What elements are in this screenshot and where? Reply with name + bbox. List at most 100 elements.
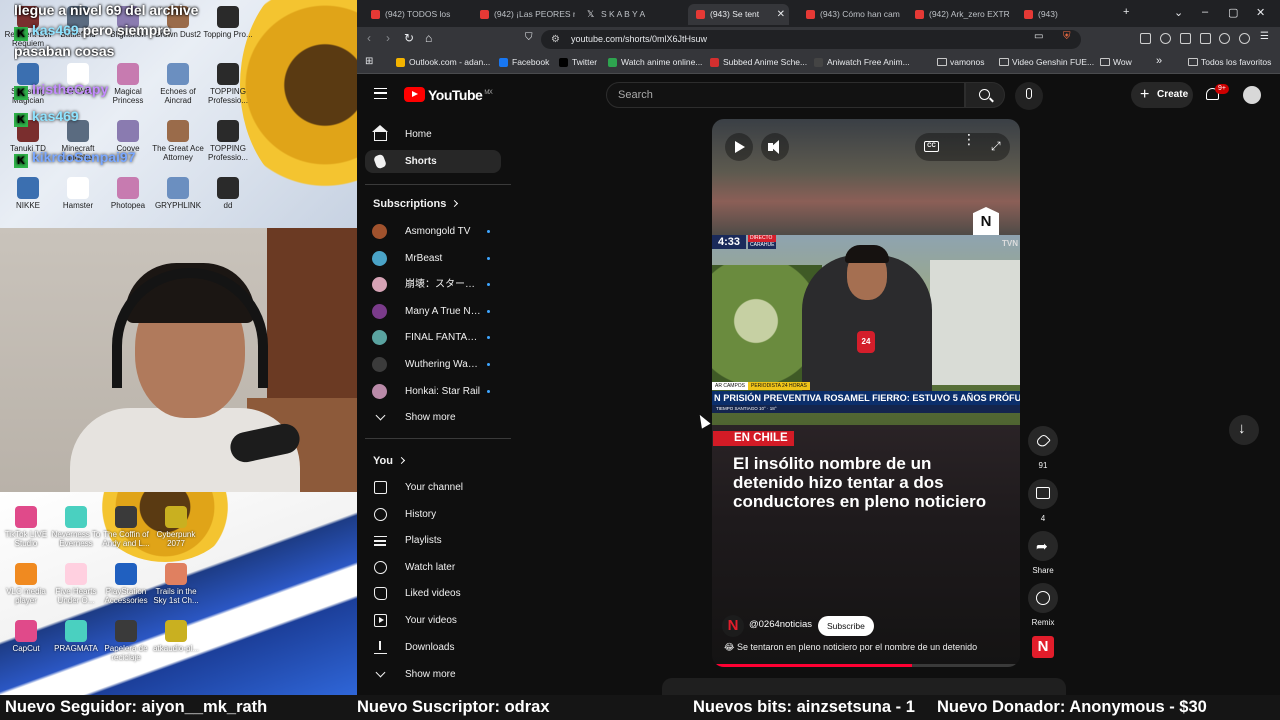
- channel-name[interactable]: @0264noticias: [749, 619, 812, 630]
- minimize-icon[interactable]: –: [1202, 6, 1208, 18]
- short-description[interactable]: 😂 Se tentaron en pleno noticiero por el …: [724, 642, 1014, 653]
- browser-tab[interactable]: (942) Ark_zero EXTR: [907, 4, 1009, 25]
- sidebar-item-watch-later[interactable]: Watch later: [365, 556, 501, 579]
- desktop-shortcut[interactable]: Neverness To Everness: [48, 506, 104, 548]
- close-window-icon[interactable]: ✕: [1256, 6, 1265, 19]
- desktop-shortcut[interactable]: VLC media player: [0, 563, 54, 605]
- sidebar-item-your-videos[interactable]: Your videos: [365, 609, 501, 632]
- desktop-shortcut[interactable]: PRAGMATA: [48, 620, 104, 653]
- sidebar-subscription[interactable]: Asmongold TV: [365, 220, 501, 243]
- like-button[interactable]: 91: [1028, 426, 1058, 470]
- back-icon[interactable]: ‹: [367, 31, 371, 45]
- sparkle-icon[interactable]: [1219, 33, 1230, 44]
- next-short-button[interactable]: [1229, 415, 1259, 445]
- tab-search-icon[interactable]: ⌄: [1174, 6, 1183, 19]
- hamburger-menu-icon[interactable]: [374, 88, 387, 99]
- desktop-shortcut[interactable]: Five Hearts Under O...: [48, 563, 104, 605]
- bookmark-item[interactable]: vamonos: [937, 57, 985, 67]
- sidebar-subscription[interactable]: Wuthering Waves: [365, 353, 501, 376]
- bookmark-item[interactable]: Twitter: [559, 57, 597, 67]
- desktop-shortcut[interactable]: The Coffin of Andy and L...: [98, 506, 154, 548]
- apps-grid-icon[interactable]: ⊞: [365, 56, 373, 67]
- sidebar-subscription[interactable]: 崩壊：スターレ...: [365, 273, 501, 296]
- browser-tab[interactable]: 𝕏S K A B Y A: [579, 4, 682, 25]
- next-short-preview[interactable]: [662, 678, 1066, 695]
- shorts-player[interactable]: 24 4:33 DIRECTO CARAHUE TVN AR CAMPOS PERI…: [712, 119, 1020, 667]
- search-input[interactable]: Search: [606, 82, 965, 108]
- desktop-shortcut[interactable]: Cyberpunk 2077: [148, 506, 204, 548]
- you-heading[interactable]: You: [373, 455, 406, 467]
- desktop-shortcut[interactable]: atkaudio-pl...: [148, 620, 204, 653]
- url-input[interactable]: ⚙ youtube.com/shorts/0mlX6JtHsuw: [541, 30, 1081, 49]
- bookmark-item[interactable]: Todos los favoritos: [1188, 57, 1271, 67]
- desktop-shortcut[interactable]: dd: [200, 177, 256, 210]
- menu-icon[interactable]: ☰: [1260, 31, 1269, 42]
- volume-button[interactable]: [761, 133, 789, 161]
- show-more-you[interactable]: Show more: [365, 663, 501, 686]
- create-button[interactable]: + Create: [1131, 82, 1193, 108]
- close-tab-icon[interactable]: ✕: [777, 4, 785, 25]
- channel-avatar[interactable]: N: [722, 615, 744, 637]
- desktop-shortcut[interactable]: Photopea: [100, 177, 156, 210]
- bookmark-icon[interactable]: ⛉: [525, 32, 533, 43]
- share-button[interactable]: ➦ Share: [1028, 531, 1058, 575]
- desktop-shortcut[interactable]: NIKKE: [0, 177, 56, 210]
- sound-channel-logo[interactable]: N: [1032, 636, 1054, 658]
- bookmark-item[interactable]: Outlook.com - adan...: [396, 57, 490, 67]
- home-button-icon[interactable]: ⌂: [425, 31, 432, 45]
- more-options-icon[interactable]: ⋮: [962, 132, 976, 146]
- progress-bar[interactable]: [712, 664, 1020, 667]
- bookmark-item[interactable]: Facebook: [499, 57, 549, 67]
- sidebar-subscription[interactable]: MrBeast: [365, 247, 501, 270]
- sidebar-item-shorts[interactable]: Shorts: [365, 150, 501, 173]
- new-tab-button[interactable]: +: [1123, 6, 1129, 18]
- captions-icon[interactable]: CC: [924, 141, 939, 152]
- fullscreen-icon[interactable]: ⤢: [991, 139, 1001, 154]
- more-bookmarks-icon[interactable]: »: [1156, 55, 1162, 67]
- reload-icon[interactable]: ↻: [404, 31, 414, 45]
- sidebar-item-channel[interactable]: Your channel: [365, 476, 501, 499]
- puzzle-icon[interactable]: [1160, 33, 1171, 44]
- browser-tab[interactable]: (943) Cómo han cam: [798, 4, 900, 25]
- desktop-shortcut[interactable]: TikTok LIVE Studio: [0, 506, 54, 548]
- desktop-shortcut[interactable]: GRYPHLINK: [150, 177, 206, 210]
- subscribe-button[interactable]: Subscribe: [818, 616, 874, 636]
- sidebar-item-playlists[interactable]: Playlists: [365, 529, 501, 552]
- youtube-logo[interactable]: YouTube MX: [404, 87, 493, 103]
- comments-button[interactable]: 4: [1028, 479, 1058, 523]
- play-button[interactable]: [725, 133, 753, 161]
- notifications-button[interactable]: 9+: [1205, 84, 1229, 104]
- sidebar-item-history[interactable]: History: [365, 503, 501, 526]
- desktop-shortcut[interactable]: Papelera de reciclaje: [98, 620, 154, 662]
- show-more-subscriptions[interactable]: Show more: [365, 406, 501, 429]
- forward-icon[interactable]: ›: [386, 31, 390, 45]
- tab-groups-icon[interactable]: [1200, 33, 1211, 44]
- desktop-shortcut[interactable]: PlayStation Accessories: [98, 563, 154, 605]
- brave-shield-icon[interactable]: ⛨: [1063, 31, 1071, 42]
- account-avatar[interactable]: [1243, 86, 1261, 104]
- remix-button[interactable]: Remix: [1028, 583, 1058, 627]
- desktop-shortcut[interactable]: Hamster: [50, 177, 106, 210]
- browser-tab[interactable]: (943) Se tent ✕: [688, 4, 789, 25]
- bookmark-item[interactable]: Wow: [1100, 57, 1132, 67]
- desktop-shortcut[interactable]: CapCut: [0, 620, 54, 653]
- sidebar-subscription[interactable]: Many A True Nerd: [365, 300, 501, 323]
- bookmark-item[interactable]: Video Genshin FUE...: [999, 57, 1094, 67]
- browser-tab[interactable]: (942) ¡Las PEORES re: [472, 4, 575, 25]
- sidebar-item-home[interactable]: Home: [365, 123, 501, 146]
- bookmark-item[interactable]: Watch anime online...: [608, 57, 702, 67]
- sidebar-subscription[interactable]: FINAL FANTASY ...: [365, 326, 501, 349]
- sidebar-item-liked[interactable]: Liked videos: [365, 582, 501, 605]
- browser-tab[interactable]: (942) TODOS los: [363, 4, 466, 25]
- cast-icon[interactable]: ▭: [1034, 31, 1043, 42]
- profile-shield-icon[interactable]: [1239, 33, 1250, 44]
- voice-search-button[interactable]: [1015, 82, 1043, 110]
- bookmark-item[interactable]: Aniwatch Free Anim...: [814, 57, 910, 67]
- browser-tab[interactable]: (943): [1016, 4, 1116, 25]
- maximize-icon[interactable]: ▢: [1228, 6, 1238, 19]
- sidebar-item-downloads[interactable]: Downloads: [365, 636, 501, 659]
- desktop-shortcut[interactable]: Trails in the Sky 1st Ch...: [148, 563, 204, 605]
- extension-icon[interactable]: [1140, 33, 1151, 44]
- bookmark-item[interactable]: Subbed Anime Sche...: [710, 57, 807, 67]
- search-button[interactable]: [965, 82, 1005, 108]
